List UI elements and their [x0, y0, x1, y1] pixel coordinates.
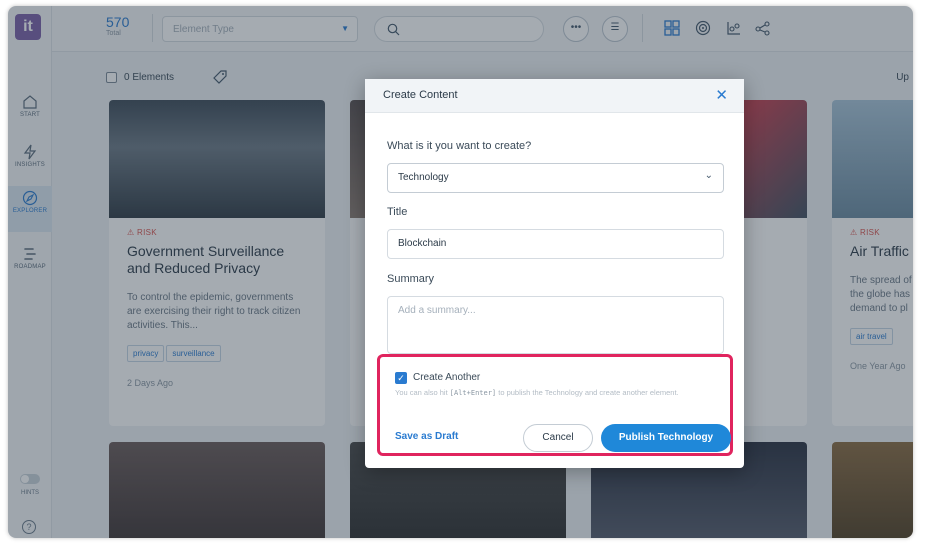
chevron-down-icon: ⌄: [704, 170, 713, 181]
publish-technology-button[interactable]: Publish Technology: [601, 424, 731, 452]
dialog-header: Create Content ✕: [365, 79, 744, 113]
title-input[interactable]: Blockchain: [387, 229, 724, 259]
close-icon[interactable]: ✕: [715, 86, 728, 104]
create-another-label[interactable]: Create Another: [413, 372, 480, 383]
summary-textarea[interactable]: Add a summary...: [387, 296, 724, 354]
dialog-title: Create Content: [383, 89, 458, 101]
create-another-checkbox[interactable]: ✓: [395, 372, 407, 384]
content-type-select[interactable]: Technology ⌄: [387, 163, 724, 193]
summary-label: Summary: [387, 273, 435, 285]
summary-placeholder: Add a summary...: [398, 305, 476, 316]
title-input-value: Blockchain: [398, 238, 447, 249]
type-question-label: What is it you want to create?: [387, 140, 532, 152]
cancel-button[interactable]: Cancel: [523, 424, 593, 452]
shortcut-hint: You can also hit [Alt+Enter] to publish …: [395, 388, 679, 397]
save-as-draft-button[interactable]: Save as Draft: [395, 431, 458, 442]
content-type-value: Technology: [398, 172, 449, 183]
shortcut-key: [Alt+Enter]: [449, 389, 497, 397]
title-label: Title: [387, 206, 408, 218]
